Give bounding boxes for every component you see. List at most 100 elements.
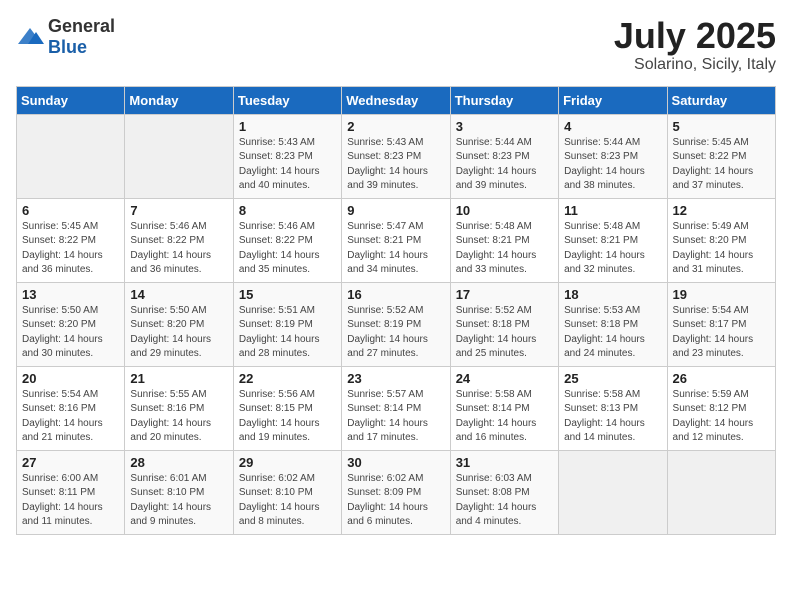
day-info: Sunrise: 5:53 AMSunset: 8:18 PMDaylight:… <box>564 304 661 362</box>
day-number: 6 <box>22 203 119 218</box>
day-number: 24 <box>456 371 553 386</box>
header-monday: Monday <box>125 86 233 114</box>
calendar-cell: 22Sunrise: 5:56 AMSunset: 8:15 PMDayligh… <box>233 366 341 450</box>
day-info: Sunrise: 5:50 AMSunset: 8:20 PMDaylight:… <box>22 304 119 362</box>
day-info: Sunrise: 5:43 AMSunset: 8:23 PMDaylight:… <box>239 136 336 194</box>
day-number: 2 <box>347 119 444 134</box>
day-info: Sunrise: 5:46 AMSunset: 8:22 PMDaylight:… <box>130 220 227 278</box>
header-wednesday: Wednesday <box>342 86 450 114</box>
day-number: 20 <box>22 371 119 386</box>
month-title: July 2025 <box>614 16 776 56</box>
calendar-cell: 16 Sunrise: 5:52 AMSunset: 8:19 PMDayligh… <box>342 282 450 366</box>
day-number: 25 <box>564 371 661 386</box>
calendar-cell: 20 Sunrise: 5:54 AMSunset: 8:16 PMDayligh… <box>17 366 125 450</box>
calendar-cell: 4 Sunrise: 5:44 AMSunset: 8:23 PMDaylight… <box>559 114 667 198</box>
day-number: 16 <box>347 287 444 302</box>
calendar-table: SundayMondayTuesdayWednesdayThursdayFrid… <box>16 86 776 535</box>
header-sunday: Sunday <box>17 86 125 114</box>
header-friday: Friday <box>559 86 667 114</box>
day-number: 11 <box>564 203 661 218</box>
calendar-cell <box>559 450 667 534</box>
day-info: Sunrise: 5:45 AMSunset: 8:22 PMDaylight:… <box>22 220 119 278</box>
calendar-cell: 29Sunrise: 6:02 AMSunset: 8:10 PMDayligh… <box>233 450 341 534</box>
location-title: Solarino, Sicily, Italy <box>614 56 776 74</box>
calendar-cell: 9Sunrise: 5:47 AMSunset: 8:21 PMDaylight… <box>342 198 450 282</box>
calendar-header-row: SundayMondayTuesdayWednesdayThursdayFrid… <box>17 86 776 114</box>
day-number: 15 <box>239 287 336 302</box>
day-info: Sunrise: 5:52 AMSunset: 8:18 PMDaylight:… <box>456 304 553 362</box>
day-number: 30 <box>347 455 444 470</box>
calendar-cell: 31Sunrise: 6:03 AMSunset: 8:08 PMDayligh… <box>450 450 558 534</box>
day-info: Sunrise: 6:02 AMSunset: 8:09 PMDaylight:… <box>347 472 444 530</box>
logo-general: General <box>48 16 115 36</box>
logo: General Blue <box>16 16 115 58</box>
day-number: 3 <box>456 119 553 134</box>
day-number: 28 <box>130 455 227 470</box>
day-number: 10 <box>456 203 553 218</box>
calendar-cell: 25 Sunrise: 5:58 AMSunset: 8:13 PMDayligh… <box>559 366 667 450</box>
calendar-cell: 2 Sunrise: 5:43 AMSunset: 8:23 PMDaylight… <box>342 114 450 198</box>
day-number: 1 <box>239 119 336 134</box>
day-info: Sunrise: 5:48 AMSunset: 8:21 PMDaylight:… <box>456 220 553 278</box>
day-number: 4 <box>564 119 661 134</box>
day-info: Sunrise: 5:45 AMSunset: 8:22 PMDaylight:… <box>673 136 770 194</box>
day-info: Sunrise: 5:54 AMSunset: 8:16 PMDaylight:… <box>22 388 119 446</box>
calendar-cell: 3Sunrise: 5:44 AMSunset: 8:23 PMDaylight… <box>450 114 558 198</box>
calendar-cell: 26 Sunrise: 5:59 AMSunset: 8:12 PMDayligh… <box>667 366 775 450</box>
header-tuesday: Tuesday <box>233 86 341 114</box>
day-info: Sunrise: 5:47 AMSunset: 8:21 PMDaylight:… <box>347 220 444 278</box>
day-info: Sunrise: 5:57 AMSunset: 8:14 PMDaylight:… <box>347 388 444 446</box>
day-info: Sunrise: 5:58 AMSunset: 8:13 PMDaylight:… <box>564 388 661 446</box>
day-info: Sunrise: 5:43 AMSunset: 8:23 PMDaylight:… <box>347 136 444 194</box>
calendar-cell: 14Sunrise: 5:50 AMSunset: 8:20 PMDayligh… <box>125 282 233 366</box>
day-info: Sunrise: 6:02 AMSunset: 8:10 PMDaylight:… <box>239 472 336 530</box>
header-thursday: Thursday <box>450 86 558 114</box>
day-info: Sunrise: 5:51 AMSunset: 8:19 PMDaylight:… <box>239 304 336 362</box>
calendar-cell: 1 Sunrise: 5:43 AMSunset: 8:23 PMDaylight… <box>233 114 341 198</box>
calendar-cell: 18 Sunrise: 5:53 AMSunset: 8:18 PMDayligh… <box>559 282 667 366</box>
calendar-cell: 24Sunrise: 5:58 AMSunset: 8:14 PMDayligh… <box>450 366 558 450</box>
calendar-cell: 11 Sunrise: 5:48 AMSunset: 8:21 PMDayligh… <box>559 198 667 282</box>
calendar-cell: 27Sunrise: 6:00 AMSunset: 8:11 PMDayligh… <box>17 450 125 534</box>
day-number: 18 <box>564 287 661 302</box>
header-saturday: Saturday <box>667 86 775 114</box>
day-number: 26 <box>673 371 770 386</box>
day-number: 7 <box>130 203 227 218</box>
calendar-cell: 5 Sunrise: 5:45 AMSunset: 8:22 PMDaylight… <box>667 114 775 198</box>
week-row-4: 20 Sunrise: 5:54 AMSunset: 8:16 PMDayligh… <box>17 366 776 450</box>
day-number: 5 <box>673 119 770 134</box>
day-number: 17 <box>456 287 553 302</box>
day-info: Sunrise: 6:01 AMSunset: 8:10 PMDaylight:… <box>130 472 227 530</box>
calendar-cell: 15 Sunrise: 5:51 AMSunset: 8:19 PMDayligh… <box>233 282 341 366</box>
day-info: Sunrise: 5:59 AMSunset: 8:12 PMDaylight:… <box>673 388 770 446</box>
day-info: Sunrise: 5:46 AMSunset: 8:22 PMDaylight:… <box>239 220 336 278</box>
calendar-cell: 17 Sunrise: 5:52 AMSunset: 8:18 PMDayligh… <box>450 282 558 366</box>
day-number: 14 <box>130 287 227 302</box>
week-row-1: 1 Sunrise: 5:43 AMSunset: 8:23 PMDaylight… <box>17 114 776 198</box>
day-number: 12 <box>673 203 770 218</box>
logo-blue: Blue <box>48 37 87 57</box>
calendar-cell <box>125 114 233 198</box>
page-header: General Blue July 2025 Solarino, Sicily,… <box>16 16 776 74</box>
week-row-5: 27Sunrise: 6:00 AMSunset: 8:11 PMDayligh… <box>17 450 776 534</box>
calendar-cell: 8Sunrise: 5:46 AMSunset: 8:22 PMDaylight… <box>233 198 341 282</box>
week-row-2: 6 Sunrise: 5:45 AMSunset: 8:22 PMDaylight… <box>17 198 776 282</box>
logo-icon <box>16 26 44 48</box>
day-info: Sunrise: 5:44 AMSunset: 8:23 PMDaylight:… <box>564 136 661 194</box>
calendar-cell: 10 Sunrise: 5:48 AMSunset: 8:21 PMDayligh… <box>450 198 558 282</box>
calendar-cell: 7 Sunrise: 5:46 AMSunset: 8:22 PMDaylight… <box>125 198 233 282</box>
day-info: Sunrise: 5:48 AMSunset: 8:21 PMDaylight:… <box>564 220 661 278</box>
title-block: July 2025 Solarino, Sicily, Italy <box>614 16 776 74</box>
calendar-cell: 21 Sunrise: 5:55 AMSunset: 8:16 PMDayligh… <box>125 366 233 450</box>
day-number: 23 <box>347 371 444 386</box>
calendar-cell: 19Sunrise: 5:54 AMSunset: 8:17 PMDayligh… <box>667 282 775 366</box>
day-info: Sunrise: 5:55 AMSunset: 8:16 PMDaylight:… <box>130 388 227 446</box>
day-number: 27 <box>22 455 119 470</box>
day-number: 21 <box>130 371 227 386</box>
calendar-cell: 30 Sunrise: 6:02 AMSunset: 8:09 PMDayligh… <box>342 450 450 534</box>
day-info: Sunrise: 5:52 AMSunset: 8:19 PMDaylight:… <box>347 304 444 362</box>
day-info: Sunrise: 6:03 AMSunset: 8:08 PMDaylight:… <box>456 472 553 530</box>
calendar-cell <box>667 450 775 534</box>
day-info: Sunrise: 5:54 AMSunset: 8:17 PMDaylight:… <box>673 304 770 362</box>
day-info: Sunrise: 5:56 AMSunset: 8:15 PMDaylight:… <box>239 388 336 446</box>
